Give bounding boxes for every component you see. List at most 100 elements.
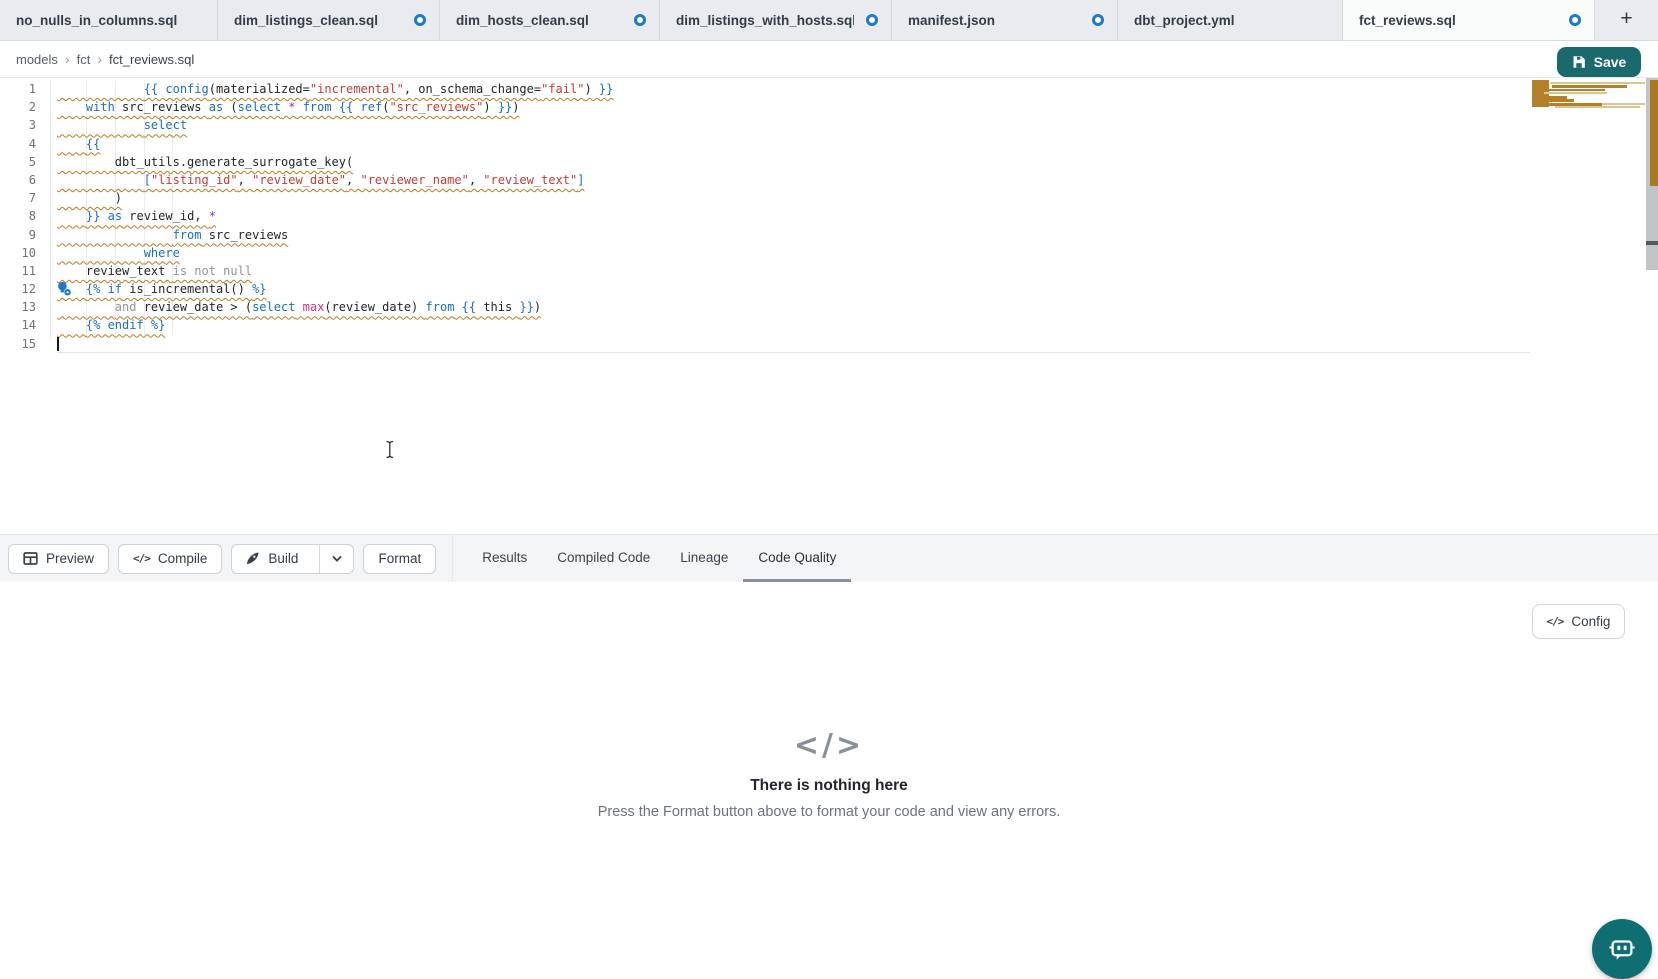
code-line: from src_reviews [57, 226, 1530, 244]
file-tab-manifest-json[interactable]: manifest.json [892, 0, 1118, 40]
panel-tab-compiled-code[interactable]: Compiled Code [542, 535, 665, 582]
minimap[interactable] [1532, 80, 1645, 112]
floppy-disk-icon [1572, 55, 1586, 69]
code-line-text: dbt_utils.generate_surrogate_key( [57, 155, 353, 169]
panel-tab-code-quality[interactable]: Code Quality [743, 535, 851, 582]
file-tab-dim-listings-clean-sql[interactable]: dim_listings_clean.sql [218, 0, 440, 40]
breadcrumb-item[interactable]: fct_reviews.sql [109, 52, 194, 67]
file-tab-label: fct_reviews.sql [1359, 13, 1456, 28]
file-tab-label: dim_hosts_clean.sql [456, 13, 589, 28]
code-line-text: and review_date > (select max(review_dat… [57, 300, 541, 314]
line-number: 2 [0, 98, 36, 116]
build-button-label: Build [268, 551, 298, 566]
table-preview-icon [23, 551, 38, 566]
editor-action-bar: Preview </> Compile Build Format Results… [0, 534, 1658, 582]
modified-dot [414, 14, 426, 26]
line-number: 9 [0, 226, 36, 244]
code-line [57, 335, 1530, 353]
chevron-down-icon [331, 553, 343, 565]
panel-tab-results[interactable]: Results [467, 535, 542, 582]
text-caret [57, 337, 59, 351]
code-line: and review_date > (select max(review_dat… [57, 298, 1530, 316]
code-line-text: ) [57, 191, 122, 205]
breadcrumb-item[interactable]: fct [77, 52, 91, 67]
format-button-label: Format [378, 551, 421, 566]
chat-widget-button[interactable] [1592, 919, 1652, 979]
empty-state-subtitle: Press the Format button above to format … [0, 804, 1658, 820]
build-button[interactable]: Build [232, 545, 311, 573]
code-line-text: where [57, 246, 180, 260]
compile-button[interactable]: </> Compile [118, 544, 222, 574]
code-line-text: with src_reviews as (select * from {{ re… [57, 100, 520, 114]
code-editor[interactable]: 123456789101112131415 {{ config(material… [0, 78, 1658, 534]
file-tab-dim-hosts-clean-sql[interactable]: dim_hosts_clean.sql [440, 0, 660, 40]
code-line-text: ["listing_id", "review_date", "reviewer_… [57, 173, 584, 187]
breadcrumb-item[interactable]: models [16, 52, 58, 67]
code-lines: {{ config(materialized="incremental", on… [57, 80, 1530, 353]
minimap-bar [1602, 103, 1645, 105]
code-line: ["listing_id", "review_date", "reviewer_… [57, 171, 1530, 189]
file-tab-label: dim_listings_clean.sql [234, 13, 378, 28]
format-button[interactable]: Format [363, 544, 436, 574]
code-line: dbt_utils.generate_surrogate_key( [57, 153, 1530, 171]
file-tab-label: no_nulls_in_columns.sql [16, 13, 177, 28]
chevron-right-icon: › [97, 51, 102, 67]
build-split-button: Build [231, 544, 354, 574]
breadcrumb: models › fct › fct_reviews.sql [0, 41, 1658, 78]
minimap-bar [1544, 92, 1607, 94]
code-line: with src_reviews as (select * from {{ re… [57, 98, 1530, 116]
code-line: select [57, 116, 1530, 134]
panel-tabs: ResultsCompiled CodeLineageCode Quality [467, 535, 851, 582]
file-tab-no-nulls-in-columns-sql[interactable]: no_nulls_in_columns.sql [0, 0, 218, 40]
file-tab-dim-listings-with-hosts-sql[interactable]: dim_listings_with_hosts.sql [660, 0, 892, 40]
toolbar-divider [452, 535, 453, 582]
code-brackets-icon: </> [133, 552, 150, 565]
minimap-bar [1541, 89, 1605, 91]
preview-button[interactable]: Preview [8, 544, 109, 574]
line-number: 4 [0, 135, 36, 153]
code-line: {% endif %} [57, 316, 1530, 334]
code-line-text: from src_reviews [57, 228, 288, 242]
save-button-label: Save [1594, 54, 1627, 70]
code-brackets-icon: </> [1547, 615, 1564, 628]
build-options-dropdown[interactable] [319, 545, 353, 573]
panel-tab-lineage[interactable]: Lineage [665, 535, 743, 582]
new-tab-button[interactable]: + [1595, 0, 1658, 40]
code-line-text: select [57, 118, 187, 132]
mouse-text-cursor [384, 440, 396, 459]
compile-button-label: Compile [158, 551, 208, 566]
rocket-icon [245, 551, 260, 566]
line-number: 3 [0, 116, 36, 134]
save-button[interactable]: Save [1557, 47, 1641, 77]
code-line: review_text is not null [57, 262, 1530, 280]
line-number: 14 [0, 316, 36, 334]
file-tab-label: dim_listings_with_hosts.sql [676, 13, 854, 28]
modified-dot [1092, 14, 1104, 26]
gutter-separator [50, 80, 51, 338]
plus-icon: + [1620, 7, 1632, 31]
code-line-text: {{ config(materialized="incremental", on… [57, 82, 613, 96]
line-number: 12 [0, 280, 36, 298]
minimap-bar [1550, 82, 1645, 84]
minimap-bar [1548, 99, 1574, 102]
config-button-label: Config [1571, 614, 1610, 629]
code-line-text: review_text is not null [57, 264, 252, 278]
modified-dot [866, 14, 878, 26]
code-line: {{ config(materialized="incremental", on… [57, 80, 1530, 98]
code-slash-icon: </> [0, 728, 1658, 763]
line-number: 11 [0, 262, 36, 280]
code-line: {% if is_incremental() %} [57, 280, 1530, 298]
line-number: 6 [0, 171, 36, 189]
chevron-right-icon: › [65, 51, 70, 67]
empty-state-title: There is nothing here [0, 777, 1658, 795]
code-line-text: {% if is_incremental() %} [57, 282, 267, 296]
config-button[interactable]: </> Config [1532, 604, 1625, 639]
file-tab-dbt-project-yml[interactable]: dbt_project.yml [1118, 0, 1343, 40]
line-number: 7 [0, 189, 36, 207]
code-line: where [57, 244, 1530, 262]
file-tab-fct-reviews-sql[interactable]: fct_reviews.sql [1343, 0, 1595, 40]
empty-state: </> There is nothing here Press the Form… [0, 728, 1658, 820]
minimap-bar [1555, 106, 1640, 108]
code-line-text: {{ [57, 137, 100, 151]
file-tabbar: no_nulls_in_columns.sql dim_listings_clea… [0, 0, 1658, 41]
